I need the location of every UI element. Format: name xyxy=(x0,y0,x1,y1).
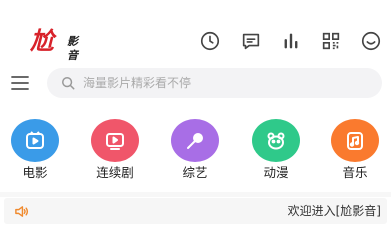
tv-icon xyxy=(106,132,124,150)
category-movie[interactable]: 电影 xyxy=(5,119,65,181)
message-button[interactable] xyxy=(240,30,262,52)
search-input[interactable] xyxy=(83,68,363,98)
history-button[interactable] xyxy=(199,30,221,52)
category-anime-badge xyxy=(252,119,300,162)
profile-button[interactable] xyxy=(360,30,382,52)
app-header: 尬 影音 xyxy=(0,0,391,62)
menu-button[interactable] xyxy=(10,73,30,93)
logo-main-char: 尬 xyxy=(30,26,54,55)
history-clock-icon xyxy=(200,31,220,51)
category-music-badge xyxy=(331,119,379,162)
search-icon xyxy=(62,77,75,90)
category-variety[interactable]: 综艺 xyxy=(165,119,225,181)
notice-bar[interactable]: 欢迎进入[尬影音] xyxy=(4,198,387,224)
category-label: 音乐 xyxy=(342,165,368,180)
ranking-button[interactable] xyxy=(280,30,302,52)
category-label: 动漫 xyxy=(263,165,289,180)
music-box-icon xyxy=(347,131,363,150)
search-bar[interactable] xyxy=(47,68,382,98)
notice-text: 欢迎进入[尬影音] xyxy=(287,204,381,218)
qr-scan-icon xyxy=(322,32,340,50)
message-bubble-icon xyxy=(242,33,260,50)
bear-face-icon xyxy=(267,132,285,149)
microphone-icon xyxy=(187,132,203,149)
category-movie-badge xyxy=(11,119,59,162)
film-icon xyxy=(26,130,44,149)
scan-button[interactable] xyxy=(320,30,342,52)
ranking-bars-icon xyxy=(284,33,298,49)
category-label: 综艺 xyxy=(182,165,208,180)
speaker-icon xyxy=(15,206,29,217)
category-series[interactable]: 连续剧 xyxy=(85,119,145,181)
category-anime[interactable]: 动漫 xyxy=(246,119,306,181)
category-variety-badge xyxy=(171,119,219,162)
logo-sub-text: 影音 xyxy=(67,35,80,62)
smile-face-icon xyxy=(361,31,381,51)
category-series-badge xyxy=(91,119,139,162)
menu-icon xyxy=(11,76,29,90)
category-music[interactable]: 音乐 xyxy=(325,119,385,181)
section-divider xyxy=(0,192,391,197)
category-label: 连续剧 xyxy=(96,165,134,180)
category-label: 电影 xyxy=(22,165,48,180)
